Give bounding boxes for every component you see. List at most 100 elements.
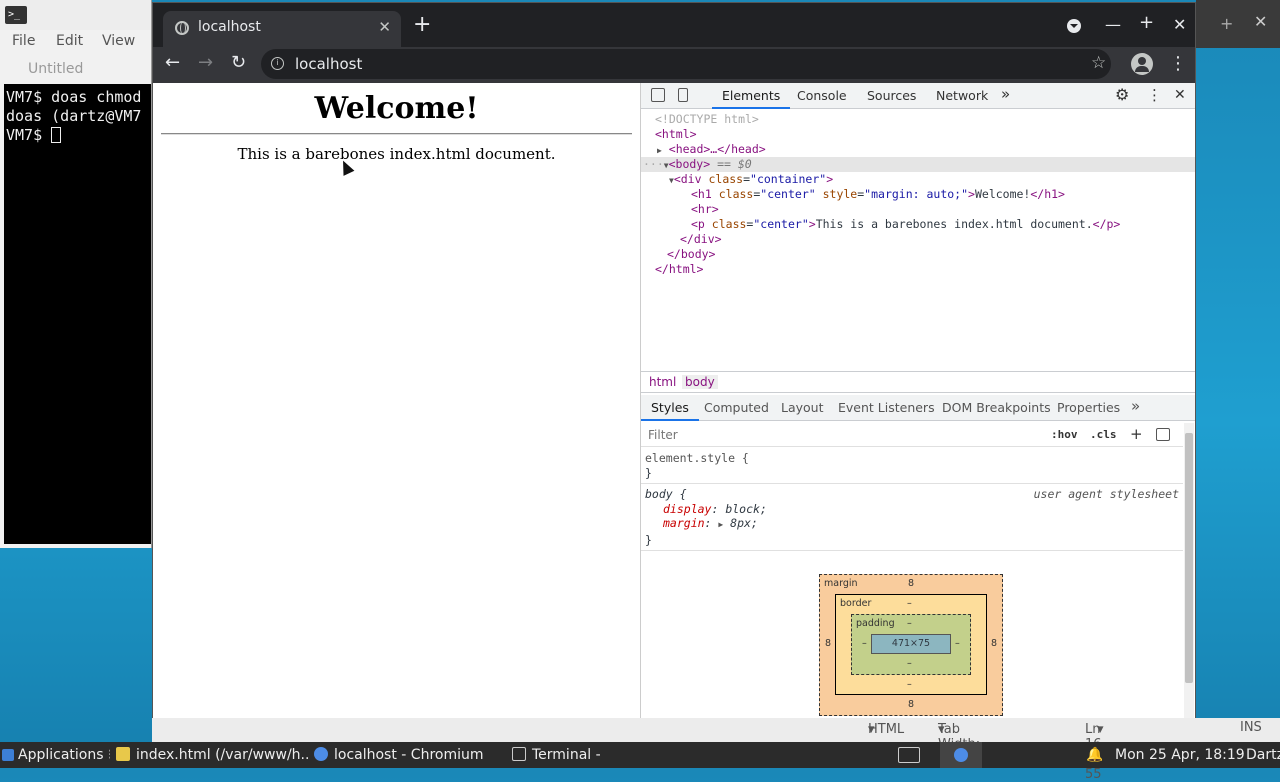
tab-close-icon[interactable]: ✕ [378,18,391,36]
tab-search-icon[interactable] [1067,19,1081,33]
padding-top-value[interactable]: – [907,618,912,629]
close-window-icon[interactable]: ✕ [1173,15,1186,34]
address-bar[interactable]: i localhost [261,49,1111,79]
dom-node-div[interactable]: ▼<div class="container"> [641,172,1195,187]
minimize-icon[interactable]: — [1105,15,1121,34]
editor-doc-tab[interactable]: Untitled [0,58,151,82]
padding-bottom-value[interactable]: – [907,658,912,669]
devtools-kebab-icon[interactable]: ⋮ [1147,86,1162,104]
box-model-margin[interactable]: margin 8 8 8 8 border – – padding – – – … [819,574,1003,716]
device-toolbar-icon[interactable] [678,88,688,102]
new-tab-button[interactable]: + [413,14,431,36]
taskbar-item-terminal[interactable]: Terminal - [512,742,708,768]
computed-sidebar-toggle-icon[interactable] [1156,428,1170,441]
tab-event-listeners[interactable]: Event Listeners [838,400,935,415]
p-tag: <p [691,217,705,231]
profile-avatar-icon[interactable] [1131,53,1153,75]
dom-node-head[interactable]: ▶ <head>…</head> [641,142,1195,157]
expand-triangle-icon[interactable]: ▶ [718,520,723,529]
more-subtabs-icon[interactable]: » [1131,397,1140,415]
cls-toggle[interactable]: .cls [1090,428,1117,441]
tab-computed[interactable]: Computed [704,400,769,415]
dom-node-doctype[interactable]: <!DOCTYPE html> [641,112,1195,127]
styles-filter-row: :hov .cls + [641,423,1183,447]
background-window-strip: + ✕ [1196,0,1280,48]
editor-window: >_ File Edit View Untitled VM7$ doas chm… [0,0,152,548]
tab-properties[interactable]: Properties [1057,400,1120,415]
inspect-element-icon[interactable] [651,88,665,102]
taskbar-item-editor[interactable]: index.html (/var/www/h... [116,742,308,768]
editor-statusbar: HTML ▾ Tab Width: 8 ▾ Ln 16, Col 55 ▾ IN… [152,718,1280,782]
div-attr: class [708,172,744,186]
tab-styles[interactable]: Styles [641,400,699,421]
dom-node-hr[interactable]: <hr> [641,202,1195,217]
close-icon[interactable]: ✕ [1254,12,1267,31]
browser-tab[interactable]: localhost ✕ [163,11,401,47]
tab-layout[interactable]: Layout [781,400,824,415]
padding-right-value[interactable]: – [955,638,960,649]
dom-node-div-close[interactable]: </div> [641,232,1195,247]
hov-toggle[interactable]: :hov [1051,428,1078,441]
dom-node-html[interactable]: <html> [641,127,1195,142]
terminal-app-icon[interactable]: >_ [5,6,27,24]
devtools-close-icon[interactable]: ✕ [1174,87,1186,103]
dom-node-body-close[interactable]: </body> [641,247,1195,262]
notifications-bell-icon[interactable]: 🔔 [1086,742,1102,768]
settings-gear-icon[interactable]: ⚙ [1115,85,1129,104]
margin-left-value[interactable]: 8 [825,638,831,649]
tab-sources[interactable]: Sources [867,88,916,103]
rule-element-style[interactable]: element.style { } [641,448,1183,484]
margin-right-value[interactable]: 8 [991,638,997,649]
styles-filter-input[interactable] [643,425,1041,445]
menu-kebab-icon[interactable]: ⋮ [1169,53,1187,74]
expand-triangle-icon[interactable]: ▶ [657,146,662,155]
insert-mode[interactable]: INS [1240,720,1262,735]
plus-icon[interactable]: + [1220,14,1233,33]
dom-node-h1[interactable]: <h1 class="center" style="margin: auto;"… [641,187,1195,202]
breadcrumb-html[interactable]: html [646,375,679,389]
terminal-prompt: VM7$ [6,126,52,144]
dom-node-p[interactable]: <p class="center">This is a barebones in… [641,217,1195,232]
box-model-padding[interactable]: padding – – – – 471×75 [851,614,971,675]
workspace-2[interactable] [940,742,982,768]
box-model-content[interactable]: 471×75 [871,634,951,654]
workspace-1[interactable] [898,742,926,768]
breadcrumb-body[interactable]: body [682,375,718,389]
tab-dom-breakpoints[interactable]: DOM Breakpoints [942,400,1051,415]
border-top-value[interactable]: – [907,598,912,609]
decl-margin[interactable]: margin: ▶ 8px; [645,516,1179,533]
dom-node-html-close[interactable]: </html> [641,262,1195,277]
padding-left-value[interactable]: – [862,638,867,649]
maximize-icon[interactable]: + [1139,12,1154,33]
terminal-output[interactable]: VM7$ doas chmod doas (dartz@VM7 VM7$ [4,84,151,544]
menu-file[interactable]: File [0,30,44,54]
taskbar-item-browser[interactable]: localhost - Chromium [314,742,506,768]
menu-edit[interactable]: Edit [44,30,90,54]
page-viewport: Welcome! This is a barebones index.html … [153,83,640,718]
tab-network[interactable]: Network [936,88,988,103]
margin-top-value[interactable]: 8 [908,578,914,589]
new-rule-plus-icon[interactable]: + [1130,425,1143,443]
bookmark-star-icon[interactable]: ☆ [1091,53,1106,73]
dom-node-body[interactable]: ···▼<body> == $0 [641,157,1195,172]
forward-icon[interactable]: → [198,52,213,73]
box-model-border[interactable]: border – – padding – – – – 471×75 [835,594,987,695]
tab-console[interactable]: Console [797,88,847,103]
applications-menu[interactable]: Applications ⁝ [2,742,110,768]
reload-icon[interactable]: ↻ [231,52,246,73]
taskbar-browser-label: localhost - Chromium [334,747,484,763]
rule-body[interactable]: body { user agent stylesheet display: bl… [641,484,1183,551]
menu-view[interactable]: View [90,30,136,54]
tab-elements[interactable]: Elements [711,88,791,109]
styles-scrollbar[interactable] [1184,423,1194,718]
info-icon[interactable]: i [271,57,284,70]
more-tabs-icon[interactable]: » [1001,85,1010,103]
border-bottom-value[interactable]: – [907,679,912,690]
scrollbar-thumb[interactable] [1185,433,1193,683]
margin-bottom-value[interactable]: 8 [908,699,914,710]
dom-tree[interactable]: <!DOCTYPE html> <html> ▶ <head>…</head> … [641,109,1195,369]
decl-display[interactable]: display: block; [645,502,1179,517]
clock[interactable]: Mon 25 Apr, 18:19 [1115,742,1247,768]
user-menu[interactable]: Dartz [1246,742,1280,768]
back-icon[interactable]: ← [165,52,180,73]
